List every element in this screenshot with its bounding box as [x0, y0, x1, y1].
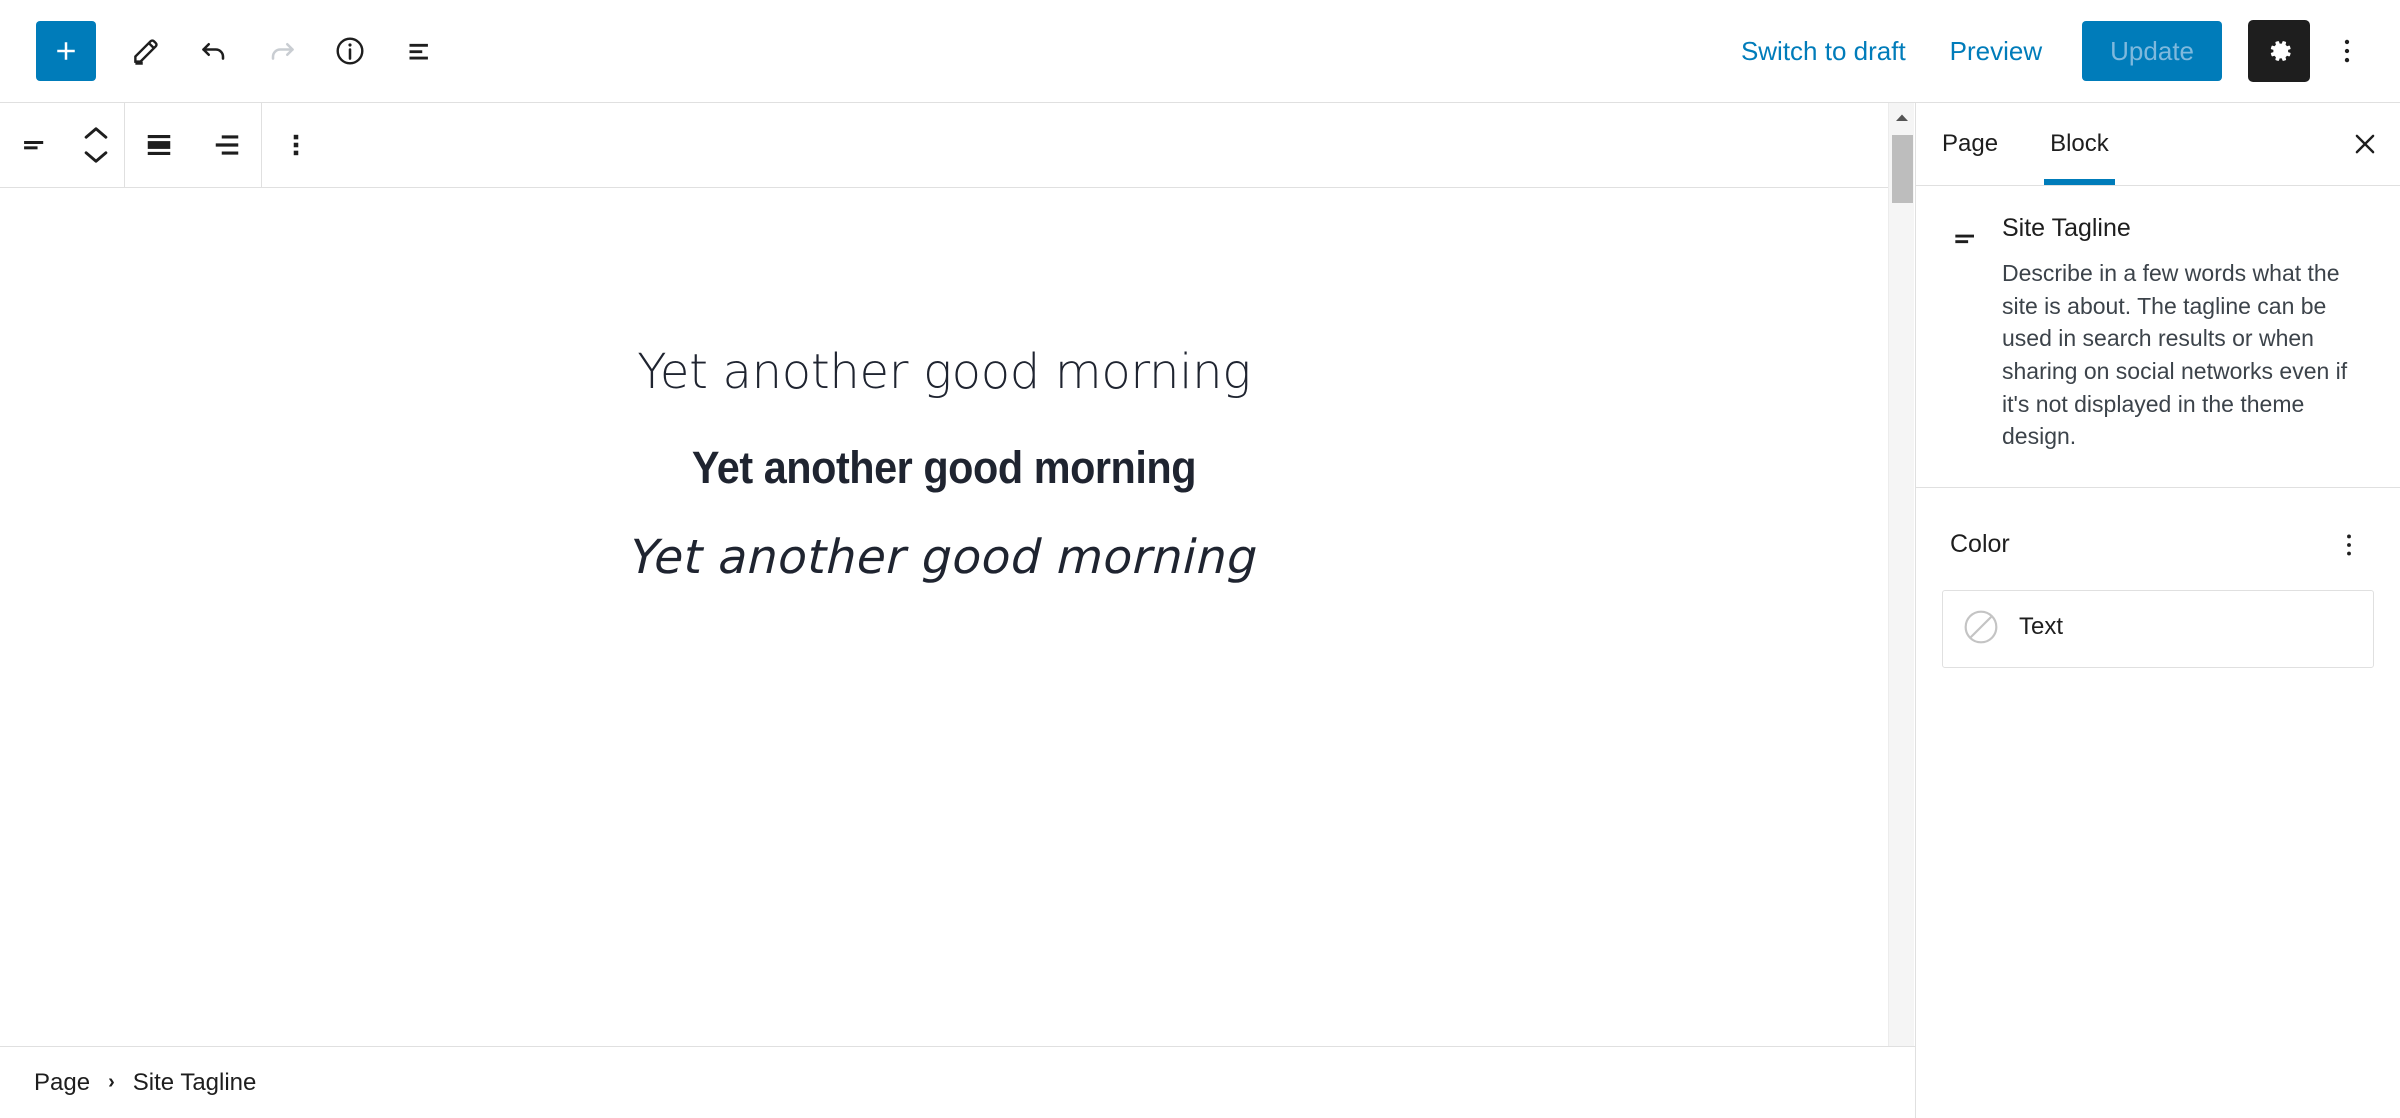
block-card: Site Tagline Describe in a few words wha… — [1916, 186, 2400, 488]
tagline-preview-handwriting[interactable]: Yet another good morning — [0, 530, 1888, 585]
block-card-text: Site Tagline Describe in a few words wha… — [2002, 214, 2366, 453]
breadcrumb-item-page[interactable]: Page — [34, 1069, 90, 1097]
scrollbar-up-arrow[interactable] — [1889, 105, 1915, 131]
block-type-icon-button[interactable] — [0, 111, 68, 179]
text-align-icon — [215, 135, 239, 155]
preview-button[interactable]: Preview — [1928, 36, 2064, 67]
color-swatch-label: Text — [2019, 612, 2064, 640]
chevron-down-icon — [84, 151, 108, 163]
switch-to-draft-button[interactable]: Switch to draft — [1719, 36, 1928, 67]
color-section-title: Color — [1950, 530, 2010, 559]
canvas-scrollbar[interactable] — [1888, 103, 1914, 1079]
settings-sidebar: Page Block Site Tagline Describe in a fe… — [1915, 103, 2400, 1118]
align-wide-icon — [147, 135, 171, 155]
color-section-header: Color — [1916, 488, 2400, 590]
kebab-menu-icon — [293, 134, 299, 156]
pencil-icon[interactable] — [112, 17, 180, 85]
block-mover[interactable] — [68, 111, 124, 179]
block-card-title: Site Tagline — [2002, 214, 2131, 242]
editor-canvas[interactable]: Yet another good morning Yet another goo… — [0, 189, 1888, 1079]
tagline-preview-default[interactable]: Yet another good morning — [0, 344, 1888, 400]
block-toolbar-group-more — [262, 103, 330, 188]
block-toolbar-group-align — [125, 103, 261, 188]
list-view-icon[interactable] — [384, 17, 452, 85]
block-toolbar — [0, 102, 1888, 188]
editor-root: Switch to draft Preview Update Yet anoth… — [0, 0, 2400, 1118]
close-sidebar-button[interactable] — [2330, 103, 2400, 185]
color-options-button[interactable] — [2326, 522, 2372, 568]
header-left-tools — [0, 17, 452, 85]
scrollbar-thumb[interactable] — [1892, 135, 1913, 203]
breadcrumb-separator-icon: › — [108, 1071, 115, 1093]
kebab-menu-icon — [2347, 534, 2351, 556]
text-align-button[interactable] — [193, 111, 261, 179]
breadcrumb-item-site-tagline[interactable]: Site Tagline — [133, 1069, 257, 1097]
undo-icon[interactable] — [180, 17, 248, 85]
close-icon — [2355, 134, 2375, 154]
chevron-up-icon — [84, 127, 108, 139]
site-tagline-icon — [1950, 214, 1982, 453]
settings-gear-button[interactable] — [2248, 20, 2310, 82]
tagline-preview-condensed[interactable]: Yet another good morning — [76, 442, 1813, 494]
site-tagline-icon — [24, 140, 44, 150]
more-options-button[interactable] — [2320, 20, 2374, 82]
editor-header: Switch to draft Preview Update — [0, 0, 2400, 103]
caret-up-icon — [1896, 114, 1908, 121]
tab-page[interactable]: Page — [1916, 103, 2024, 185]
header-right-actions: Switch to draft Preview Update — [1719, 20, 2400, 82]
color-swatch-panel: Text — [1942, 589, 2374, 668]
no-color-circle-icon — [1964, 610, 1998, 644]
block-card-description: Describe in a few words what the site is… — [2002, 260, 2348, 450]
kebab-menu-icon — [2344, 39, 2350, 63]
block-inserter-button[interactable] — [36, 21, 96, 81]
redo-icon[interactable] — [248, 17, 316, 85]
tab-block[interactable]: Block — [2024, 103, 2135, 185]
info-icon[interactable] — [316, 17, 384, 85]
breadcrumb: Page › Site Tagline — [0, 1046, 1915, 1118]
align-button[interactable] — [125, 111, 193, 179]
gear-icon — [2270, 41, 2291, 61]
block-options-button[interactable] — [262, 111, 330, 179]
color-row-text[interactable]: Text — [1961, 607, 2355, 647]
sidebar-tabs: Page Block — [1916, 103, 2400, 186]
update-button[interactable]: Update — [2082, 21, 2222, 81]
block-toolbar-group-type — [0, 103, 124, 188]
